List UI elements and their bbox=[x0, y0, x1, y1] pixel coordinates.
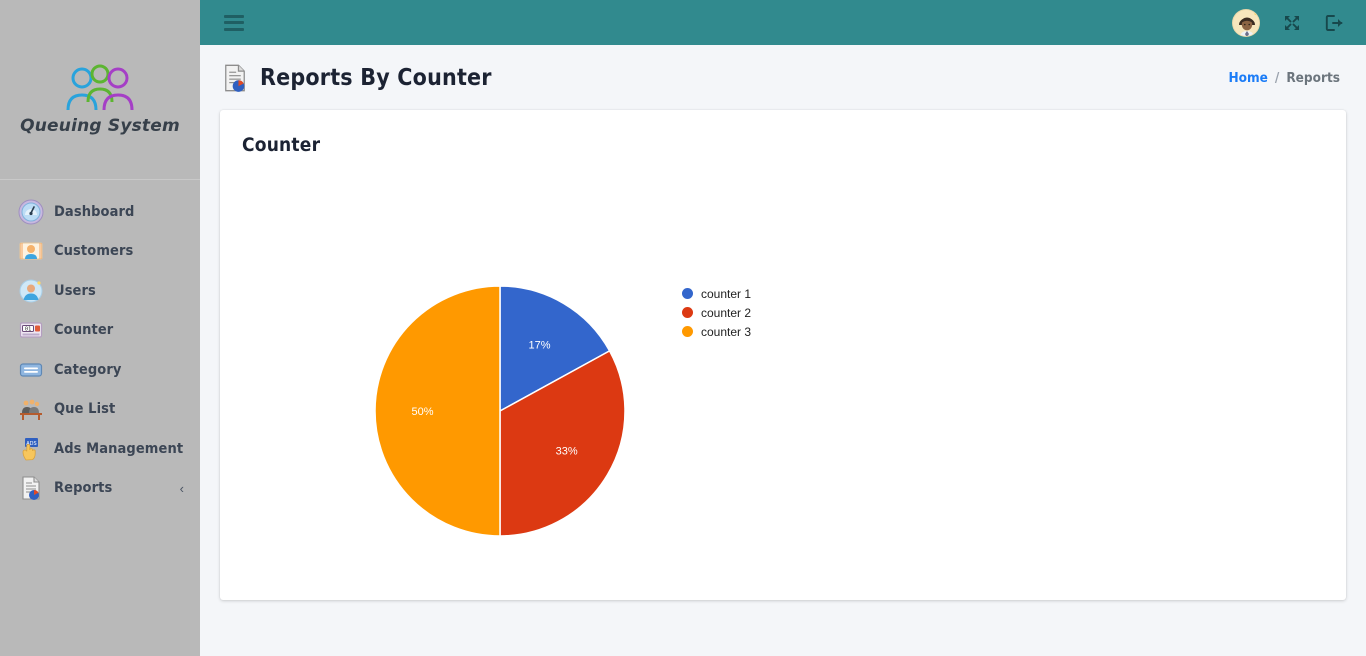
hamburger-icon[interactable] bbox=[224, 14, 244, 31]
brand-block[interactable]: Queuing System bbox=[0, 0, 200, 180]
fullscreen-expand-icon[interactable] bbox=[1282, 13, 1302, 33]
user-avatar[interactable] bbox=[1232, 8, 1260, 37]
sidebar-item-label: Users bbox=[54, 282, 96, 299]
topbar-actions bbox=[1232, 8, 1344, 37]
page-title: Reports By Counter bbox=[260, 64, 492, 91]
sidebar-item-label: Reports bbox=[54, 480, 113, 497]
sidebar-item-label: Dashboard bbox=[54, 203, 135, 220]
sidebar-item-counter[interactable]: 01 Counter bbox=[0, 311, 200, 351]
pie-label-counter-2: 33% bbox=[556, 446, 578, 458]
report-chart-icon bbox=[18, 475, 54, 501]
legend-item[interactable]: counter 2 bbox=[682, 303, 751, 322]
hand-tap-ad-icon: ADS bbox=[18, 436, 54, 462]
sidebar-item-customers[interactable]: Customers bbox=[0, 232, 200, 272]
sidebar-item-users[interactable]: Users bbox=[0, 271, 200, 311]
svg-text:01: 01 bbox=[25, 327, 32, 333]
card-list-icon bbox=[18, 357, 54, 383]
breadcrumb-separator: / bbox=[1274, 69, 1280, 86]
sidebar-item-reports[interactable]: Reports ‹ bbox=[0, 469, 200, 509]
report-card: Counter 17% 33% 50% counter 1 counter 2 … bbox=[220, 110, 1346, 600]
breadcrumb: Home / Reports bbox=[1228, 70, 1340, 86]
legend-color-swatch bbox=[682, 326, 693, 337]
breadcrumb-home[interactable]: Home bbox=[1228, 70, 1267, 86]
page-title-block: Reports By Counter bbox=[220, 63, 492, 93]
chart-legend: counter 1 counter 2 counter 3 bbox=[682, 284, 751, 341]
legend-item[interactable]: counter 3 bbox=[682, 322, 751, 341]
pie-chart-svg[interactable]: 17% 33% 50% bbox=[220, 156, 1220, 586]
sidebar-nav: Dashboard Customers Users 01 Counter Cat… bbox=[0, 180, 200, 508]
pie-chart: 17% 33% 50% counter 1 counter 2 counter … bbox=[220, 156, 1346, 586]
counter-display-icon: 01 bbox=[18, 317, 54, 343]
legend-item[interactable]: counter 1 bbox=[682, 284, 751, 303]
app-root: Queuing System Dashboard Customers Users… bbox=[0, 0, 1366, 656]
three-people-icon bbox=[62, 62, 138, 114]
legend-label: counter 2 bbox=[701, 305, 752, 320]
sidebar: Queuing System Dashboard Customers Users… bbox=[0, 0, 200, 656]
contact-card-icon bbox=[18, 238, 54, 264]
queue-people-icon bbox=[18, 396, 54, 422]
user-circle-icon bbox=[18, 278, 54, 304]
report-chart-icon bbox=[220, 63, 250, 93]
page-header: Reports By Counter Home / Reports bbox=[200, 45, 1366, 110]
legend-color-swatch bbox=[682, 307, 693, 318]
sidebar-item-label: Ads Management bbox=[54, 440, 184, 457]
brand-name: Queuing System bbox=[20, 115, 180, 136]
sidebar-item-label: Que List bbox=[54, 401, 116, 418]
breadcrumb-current: Reports bbox=[1286, 69, 1340, 86]
logout-icon[interactable] bbox=[1324, 13, 1344, 33]
sidebar-item-label: Customers bbox=[54, 243, 134, 260]
pie-slice-counter-3[interactable] bbox=[374, 285, 501, 537]
legend-label: counter 1 bbox=[701, 286, 752, 301]
legend-label: counter 3 bbox=[701, 324, 752, 339]
sidebar-item-que-list[interactable]: Que List bbox=[0, 390, 200, 430]
card-title: Counter bbox=[242, 134, 321, 156]
pie-label-counter-1: 17% bbox=[528, 339, 550, 351]
pie-label-counter-3: 50% bbox=[411, 406, 433, 418]
sidebar-item-label: Category bbox=[54, 361, 122, 378]
chevron-icon: ‹ bbox=[179, 480, 184, 496]
main-area: Reports By Counter Home / Reports Counte… bbox=[200, 0, 1366, 656]
content-area: Counter 17% 33% 50% counter 1 counter 2 … bbox=[200, 110, 1366, 656]
gauge-icon bbox=[18, 199, 54, 225]
sidebar-item-category[interactable]: Category bbox=[0, 350, 200, 390]
topbar bbox=[200, 0, 1366, 45]
sidebar-item-ads-management[interactable]: ADS Ads Management bbox=[0, 429, 200, 469]
sidebar-item-label: Counter bbox=[54, 322, 114, 339]
sidebar-item-dashboard[interactable]: Dashboard bbox=[0, 192, 200, 232]
legend-color-swatch bbox=[682, 288, 693, 299]
